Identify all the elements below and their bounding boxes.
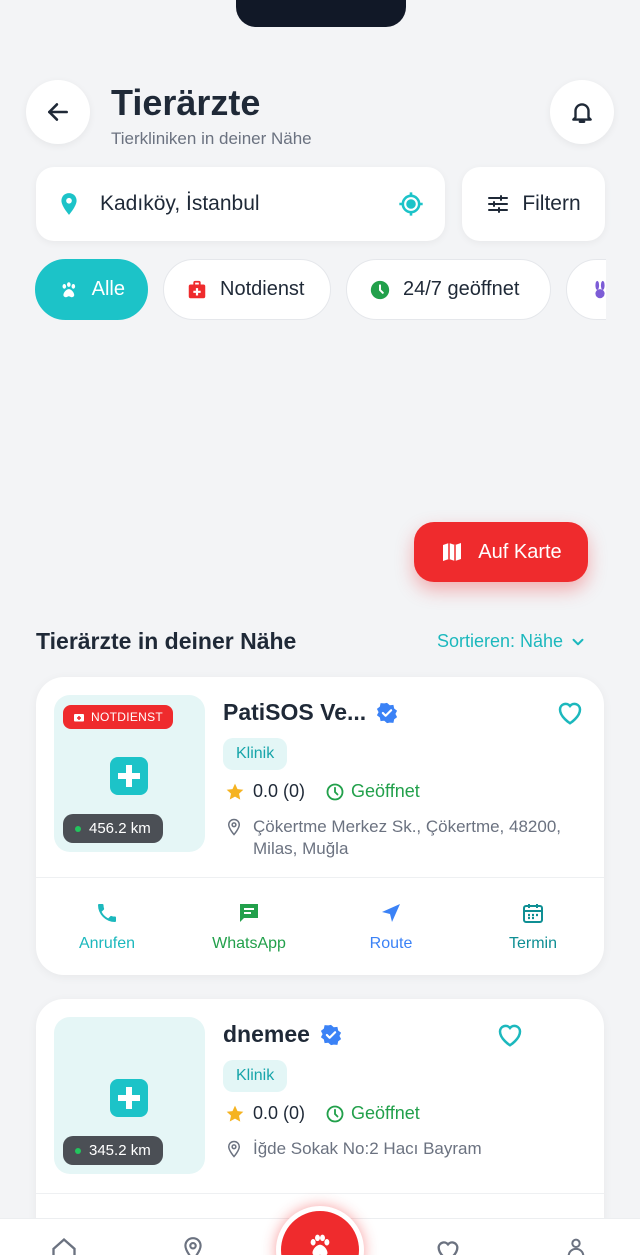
map-button-label: Auf Karte (478, 540, 562, 563)
paw-icon (62, 281, 76, 297)
back-button[interactable] (26, 80, 90, 144)
rating-value: 0.0 (0) (253, 781, 306, 801)
notifications-button[interactable] (550, 80, 614, 144)
clock-icon (326, 1105, 344, 1122)
distance-value: 456.2 km (89, 820, 151, 837)
address-row: İğde Sokak No:2 Hacı Bayram (225, 1138, 565, 1160)
first-aid-icon (74, 714, 84, 722)
page-title: Tierärzte (111, 82, 261, 123)
map-icon (443, 543, 462, 561)
verified-icon (320, 1024, 342, 1045)
star-icon (226, 1105, 244, 1122)
page-subtitle: Tierkliniken in deiner Nähe (111, 129, 312, 148)
rabbit-icon (595, 280, 605, 298)
show-on-map-button[interactable]: Auf Karte (414, 522, 588, 582)
profile-icon[interactable] (565, 1236, 587, 1255)
clinic-type-tag: Klinik (223, 1060, 288, 1092)
map-pin-icon (61, 193, 77, 215)
chip-exotic[interactable] (566, 259, 606, 320)
rating-row: 0.0 (0) Geöffnet (225, 781, 420, 802)
address-text: İğde Sokak No:2 Hacı Bayram (253, 1139, 482, 1158)
favorite-heart-icon[interactable] (555, 697, 585, 727)
first-aid-icon (188, 280, 206, 298)
chip-alle[interactable]: Alle (35, 259, 148, 320)
distance-badge: 345.2 km (63, 1136, 163, 1165)
appointment-button[interactable]: Termin (462, 878, 604, 975)
home-icon[interactable] (50, 1236, 78, 1255)
sort-label: Sortieren: Nähe (437, 631, 564, 651)
gps-target-icon[interactable] (397, 190, 425, 218)
message-icon (240, 903, 258, 922)
appointment-label: Termin (508, 934, 557, 952)
clinic-type-tag: Klinik (223, 738, 288, 770)
emergency-badge: NOTDIENST (63, 705, 174, 729)
chip-label: Alle (91, 278, 125, 300)
clock-icon (370, 280, 390, 299)
emergency-badge-label: NOTDIENST (91, 710, 164, 724)
chip-label: Notdienst (220, 278, 305, 300)
distance-badge: 456.2 km (63, 814, 163, 843)
clinic-name-text: PatiSOS Ve... (223, 699, 367, 725)
action-bar: Anrufen WhatsApp Route Termin (36, 877, 604, 975)
rating-value: 0.0 (0) (253, 1103, 306, 1123)
clinic-name: dnemee (223, 1021, 342, 1048)
chip-label: 24/7 geöffnet (403, 278, 520, 300)
map-pin-outline-icon (227, 1140, 241, 1158)
whatsapp-button[interactable]: WhatsApp (178, 878, 320, 975)
chip-24-7[interactable]: 24/7 geöffnet (346, 259, 551, 320)
filter-button[interactable]: Filtern (462, 167, 605, 241)
location-text: Kadıköy, İstanbul (100, 192, 260, 215)
call-label: Anrufen (78, 934, 136, 952)
chevron-down-icon (572, 638, 584, 645)
clinic-card[interactable]: NOTDIENST 456.2 km PatiSOS Ve... Klinik … (36, 677, 604, 975)
navigation-icon (382, 903, 400, 922)
rating-row: 0.0 (0) Geöffnet (225, 1103, 420, 1124)
route-button[interactable]: Route (320, 878, 462, 975)
open-status: Geöffnet (325, 1103, 420, 1124)
verified-icon (377, 702, 398, 723)
bell-icon (572, 103, 592, 123)
chip-notdienst[interactable]: Notdienst (163, 259, 331, 320)
location-icon[interactable] (180, 1236, 206, 1255)
distance-value: 345.2 km (89, 1142, 151, 1159)
distance-dot (75, 1147, 81, 1154)
call-button[interactable]: Anrufen (36, 878, 178, 975)
category-chips: Alle Notdienst 24/7 geöffnet (35, 259, 606, 321)
clinic-thumbnail: NOTDIENST 456.2 km (54, 695, 205, 852)
open-status-text: Geöffnet (351, 1103, 420, 1123)
star-icon (226, 783, 244, 800)
medical-cross-icon (110, 757, 148, 795)
filter-label: Filtern (522, 192, 581, 215)
open-status: Geöffnet (325, 781, 420, 802)
clinic-thumbnail: 345.2 km (54, 1017, 205, 1174)
sort-dropdown[interactable]: Sortieren: Nähe (437, 631, 587, 652)
map-pin-outline-icon (227, 818, 241, 836)
open-status-text: Geöffnet (351, 781, 420, 801)
clinic-name-text: dnemee (223, 1021, 310, 1047)
paw-icon (310, 1234, 330, 1255)
clinic-name: PatiSOS Ve... (223, 699, 398, 726)
device-notch (236, 0, 406, 27)
calendar-icon (523, 903, 543, 923)
sliders-icon (488, 195, 509, 213)
favorite-heart-icon[interactable] (495, 1019, 525, 1049)
distance-dot (75, 825, 81, 832)
location-selector[interactable]: Kadıköy, İstanbul (36, 167, 445, 241)
address-text: Çökertme Merkez Sk., Çökertme, 48200, Mi… (253, 817, 562, 858)
address-row: Çökertme Merkez Sk., Çökertme, 48200, Mi… (225, 816, 565, 860)
list-title: Tierärzte in deiner Nähe (36, 628, 297, 654)
heart-icon[interactable] (434, 1236, 462, 1255)
clock-icon (326, 783, 344, 800)
whatsapp-label: WhatsApp (212, 934, 286, 952)
route-label: Route (369, 934, 413, 952)
phone-icon (98, 903, 116, 922)
medical-cross-icon (110, 1079, 148, 1117)
arrow-left-icon (48, 103, 68, 121)
